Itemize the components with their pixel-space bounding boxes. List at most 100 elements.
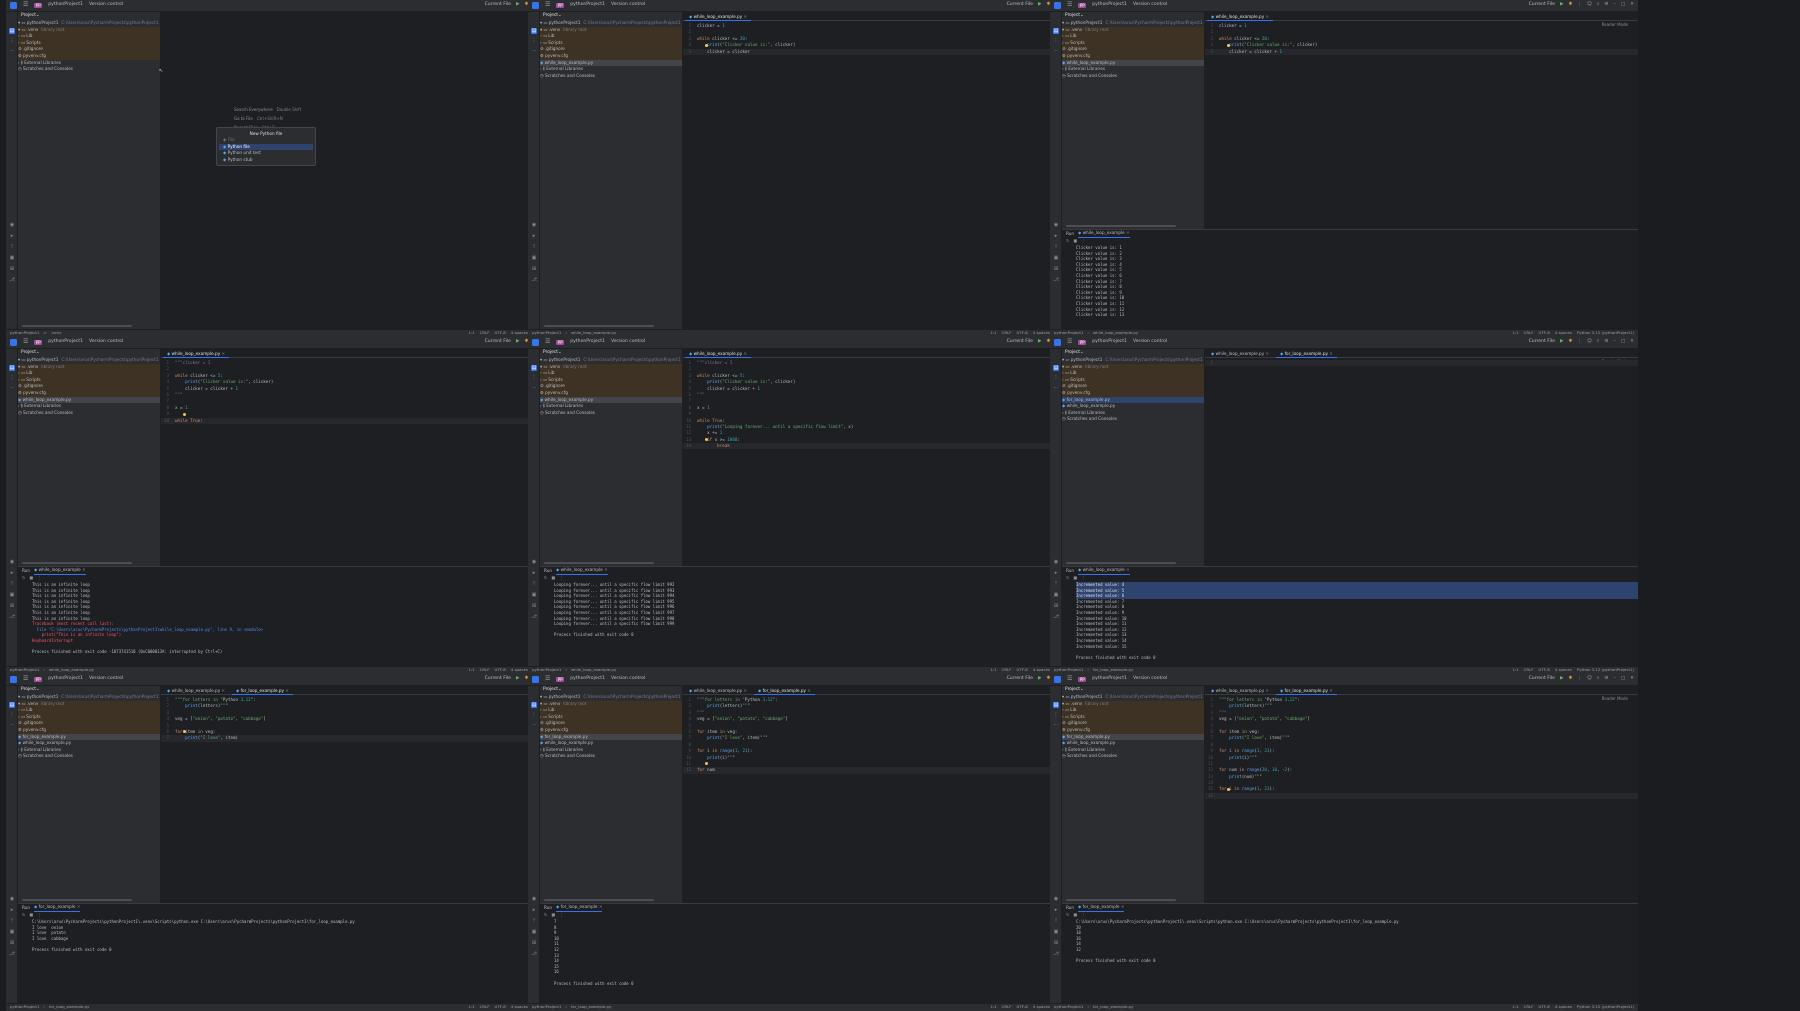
close-icon[interactable]: ✕	[1630, 339, 1634, 345]
status-path-file[interactable]: while_loop_example.py	[571, 330, 616, 336]
tree-lib[interactable]: › ▭ Lib	[1062, 370, 1204, 377]
folder-icon[interactable]: ▤	[9, 365, 15, 371]
tree-gitignore[interactable]: ⊘ .gitignore	[18, 383, 160, 390]
problems-icon[interactable]: !	[531, 581, 537, 587]
debug-icon[interactable]: ✱	[1569, 676, 1573, 682]
editor-tab[interactable]: ◆ while_loop_example.py ✕	[685, 12, 752, 21]
status-item[interactable]: UTF-8	[1538, 667, 1549, 673]
services-icon[interactable]: ⊞	[531, 266, 537, 272]
run-icon[interactable]: ▶	[516, 339, 520, 345]
vcs-widget[interactable]: Version control	[89, 676, 123, 682]
status-item[interactable]: 1:1	[990, 1004, 996, 1010]
plugins-icon[interactable]: ⋯	[9, 722, 15, 728]
project-name[interactable]: pythonProject1	[48, 676, 83, 682]
status-item[interactable]: UTF-8	[494, 667, 505, 673]
more-icon[interactable]: ⋮	[1577, 676, 1582, 682]
tree-lib[interactable]: › ▭ Lib	[1062, 33, 1204, 40]
run-config-selector[interactable]: Current File	[485, 339, 511, 345]
tree-scripts[interactable]: › ▭ Scripts	[540, 376, 682, 384]
run-config-selector[interactable]: Current File	[485, 676, 511, 682]
tree-ext-libs[interactable]: › ⫼ External Libraries	[1062, 410, 1204, 417]
more-icon[interactable]: ⋮	[37, 912, 41, 919]
project-name[interactable]: pythonProject1	[48, 2, 83, 8]
tree-ext-libs[interactable]: › ⫼ External Libraries	[540, 403, 682, 410]
run-tab-close-icon[interactable]: ✕	[81, 567, 86, 572]
status-item[interactable]: 4 spaces	[511, 330, 528, 336]
tree-gitignore[interactable]: ⊘ .gitignore	[1062, 46, 1204, 53]
project-panel-title[interactable]: Project	[1065, 687, 1080, 693]
python-packages-icon[interactable]: ◉	[1053, 896, 1059, 902]
structure-icon[interactable]: ⋮	[531, 712, 537, 718]
tree-scripts[interactable]: › ▭ Scripts	[1062, 39, 1204, 47]
project-panel-title[interactable]: Project	[543, 350, 558, 356]
hamburger-menu-icon[interactable]: ☰	[23, 1, 28, 8]
editor-tab[interactable]: ◆ while_loop_example.py ✕	[1207, 686, 1273, 695]
tree-pyvenv[interactable]: ⚙ pyvenv.cfg	[540, 389, 682, 397]
run-config-selector[interactable]: Current File	[1007, 2, 1033, 8]
run-console-output[interactable]: Clicker value is: 1 Clicker value is: 2 Cl…	[1062, 245, 1638, 318]
tree-pyvenv[interactable]: ⚙ pyvenv.cfg	[540, 726, 682, 734]
terminal-icon[interactable]: ▣	[531, 929, 537, 935]
run-config-selector[interactable]: Current File	[1007, 676, 1033, 682]
rerun-icon[interactable]: ↻	[544, 912, 547, 919]
run-tab-close-icon[interactable]: ✕	[76, 904, 81, 909]
hamburger-menu-icon[interactable]: ☰	[1067, 338, 1072, 345]
python-packages-icon[interactable]: ◉	[531, 896, 537, 902]
python-console-icon[interactable]: ▸	[9, 907, 15, 913]
tree-venv[interactable]: ▾ ▭ .venv library root	[18, 700, 160, 708]
terminal-icon[interactable]: ▣	[1053, 255, 1059, 261]
tree-ext-libs[interactable]: › ⫼ External Libraries	[18, 403, 160, 410]
folder-icon[interactable]: ▤	[1053, 365, 1059, 371]
tree-while-file[interactable]: ◆ while_loop_example.py	[18, 396, 160, 404]
minimize-icon[interactable]: –	[1614, 2, 1616, 8]
status-item[interactable]: CRLF	[1524, 667, 1534, 673]
run-tab-close-icon[interactable]: ✕	[1125, 567, 1130, 572]
tab-close-icon[interactable]: ✕	[220, 351, 226, 356]
hamburger-menu-icon[interactable]: ☰	[1067, 1, 1072, 8]
hamburger-menu-icon[interactable]: ☰	[1067, 675, 1072, 682]
terminal-icon[interactable]: ▣	[9, 929, 15, 935]
close-icon[interactable]: ✕	[1630, 2, 1634, 8]
run-config-selector[interactable]: Current File	[485, 2, 511, 8]
plugins-icon[interactable]: ⋯	[9, 385, 15, 391]
status-path-project[interactable]: pythonProject1	[1054, 330, 1083, 336]
status-item[interactable]: 1:1	[1512, 667, 1518, 673]
code-editor[interactable]: 1	[1205, 358, 1638, 367]
tree-ext-libs[interactable]: › ⫼ External Libraries	[540, 66, 682, 73]
tree-root[interactable]: ▾ ▭ pythonProject1 C:\Users\arus\PycharmP…	[18, 20, 160, 27]
debug-icon[interactable]: ✱	[1569, 339, 1573, 345]
account-icon[interactable]: ☺	[1587, 676, 1592, 682]
project-scrollbar[interactable]	[22, 325, 132, 327]
rerun-icon[interactable]: ↻	[22, 912, 25, 919]
project-name[interactable]: pythonProject1	[570, 2, 605, 8]
hamburger-menu-icon[interactable]: ☰	[545, 338, 550, 345]
tab-close-icon[interactable]: ✕	[1264, 688, 1270, 693]
stop-icon[interactable]: ■	[1073, 912, 1077, 919]
tab-close-icon[interactable]: ✕	[742, 14, 748, 19]
vcs-widget[interactable]: Version control	[611, 339, 645, 345]
debug-icon[interactable]: ✱	[1569, 2, 1573, 8]
tree-while-file[interactable]: ◆ while_loop_example.py	[540, 396, 682, 404]
status-path-project[interactable]: pythonProject1	[10, 667, 39, 673]
problems-icon[interactable]: !	[1053, 581, 1059, 587]
tree-scratches[interactable]: ◷ Scratches and Consoles	[540, 410, 682, 417]
run-tab[interactable]: ◆ while_loop_example ✕	[34, 567, 86, 576]
project-scrollbar[interactable]	[1066, 562, 1176, 564]
terminal-icon[interactable]: ▣	[9, 255, 15, 261]
project-scrollbar[interactable]	[22, 899, 132, 901]
tab-close-icon[interactable]: ✕	[1264, 14, 1270, 19]
tree-root[interactable]: ▾ ▭ pythonProject1 C:\Users\arus\PycharmP…	[18, 694, 160, 701]
services-icon[interactable]: ⊞	[531, 940, 537, 946]
project-panel-title[interactable]: Project	[21, 13, 36, 19]
tab-close-icon[interactable]: ✕	[1264, 351, 1270, 356]
tree-scripts[interactable]: › ▭ Scripts	[18, 713, 160, 721]
tree-pyvenv[interactable]: ⚙ pyvenv.cfg	[18, 726, 160, 734]
more-icon[interactable]: ⋮	[1577, 339, 1582, 345]
terminal-icon[interactable]: ▣	[531, 255, 537, 261]
run-icon[interactable]: ▶	[1038, 2, 1042, 8]
status-path-file[interactable]: for_loop_example.py	[571, 1004, 611, 1010]
tree-scripts[interactable]: › ▭ Scripts	[18, 39, 160, 47]
services-icon[interactable]: ⊞	[9, 603, 15, 609]
tree-scratches[interactable]: ◷ Scratches and Consoles	[18, 410, 160, 417]
run-console-output[interactable]: This is an infinite loop This is an infin…	[18, 582, 594, 655]
